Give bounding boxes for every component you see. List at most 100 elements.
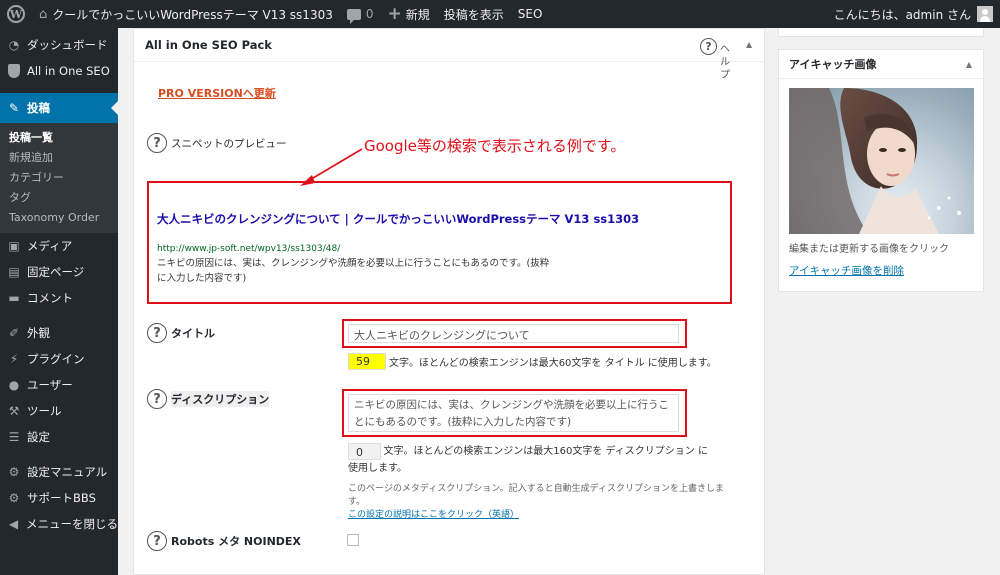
wp-logo-menu[interactable]: W <box>0 0 32 28</box>
sidebar-item-label: 設定 <box>27 430 50 444</box>
description-count-line: 0 文字。ほとんどの検索エンジンは最大160文字を ディスクリプション に <box>348 443 708 460</box>
submenu-all-posts[interactable]: 投稿一覧 <box>0 128 118 148</box>
sidebar-item-label: ダッシュボード <box>27 38 108 52</box>
description-row: ? ディスクリプション <box>147 389 270 409</box>
site-name-link[interactable]: ⌂ クールでかっこいいWordPressテーマ V13 ss1303 <box>32 0 340 28</box>
dashboard-gauge-icon: ◔ <box>8 38 20 52</box>
admin-bar: W ⌂ クールでかっこいいWordPressテーマ V13 ss1303 0 +… <box>0 0 1000 28</box>
title-char-count: 59 <box>348 353 386 370</box>
sidebar-item-label: 設定マニュアル <box>27 465 108 479</box>
sidebar-metabox-edge <box>778 28 984 37</box>
snippet-title: 大人ニキビのクレンジングについて | クールでかっこいいWordPressテーマ… <box>157 212 640 226</box>
my-account-menu[interactable]: こんにちは、admin さん <box>827 0 1000 28</box>
sidebar-item-label: プラグイン <box>27 352 85 366</box>
seo-label: SEO <box>517 7 543 21</box>
title-hint: 文字。ほとんどの検索エンジンは最大60文字を タイトル に使用します。 <box>389 358 717 369</box>
sidebar-item-pages[interactable]: ▤ 固定ページ <box>0 259 118 285</box>
wrench-icon: ⚒ <box>8 404 20 418</box>
view-post-label: 投稿を表示 <box>443 7 504 22</box>
admin-sidebar: ◔ ダッシュボード All in One SEO ✎ 投稿 投稿一覧 新規追加 … <box>0 28 118 575</box>
description-help-link[interactable]: この設定の説明はここをクリック（英語） <box>348 509 724 522</box>
settings-sliders-icon: ☰ <box>8 430 20 444</box>
sidebar-item-dashboard[interactable]: ◔ ダッシュボード <box>0 32 118 58</box>
help-label[interactable]: ヘルプ <box>720 43 732 82</box>
annotation-text: Google等の検索で表示される例です。 <box>364 137 626 155</box>
comments-count: 0 <box>365 7 374 21</box>
aioseo-metabox: All in One SEO Pack ? ヘルプ ▲ PRO VERSIONへ… <box>133 28 765 575</box>
description-hint-cont: 使用します。 <box>348 463 407 474</box>
comments-link[interactable]: 0 <box>340 0 381 28</box>
sidebar-item-media[interactable]: ▣ メディア <box>0 233 118 259</box>
submenu-add-new[interactable]: 新規追加 <box>0 148 118 168</box>
submenu-categories[interactable]: カテゴリー <box>0 168 118 188</box>
question-icon[interactable]: ? <box>147 531 167 551</box>
sidebar-item-label: 投稿 <box>27 101 50 115</box>
collapse-arrow-icon: ◀ <box>8 517 19 531</box>
sidebar-item-support-bbs[interactable]: ⚙ サポートBBS <box>0 485 118 511</box>
description-label: ディスクリプション <box>171 391 270 407</box>
seo-menu-link[interactable]: SEO <box>511 0 550 28</box>
description-textarea[interactable]: ニキビの原因には、実は、クレンジングや洗顔を必要以上に行うことにもあるのです。(… <box>348 394 679 432</box>
submenu-tags[interactable]: タグ <box>0 188 118 208</box>
sidebar-item-posts[interactable]: ✎ 投稿 <box>0 93 118 123</box>
sidebar-item-tools[interactable]: ⚒ ツール <box>0 398 118 424</box>
title-input-highlight: 大人ニキビのクレンジングについて <box>342 319 687 348</box>
help-icon[interactable]: ? <box>700 38 717 55</box>
question-icon[interactable]: ? <box>147 323 167 343</box>
sidebar-item-label: ツール <box>27 404 62 418</box>
snippet-preview-label: スニペットのプレビュー <box>171 137 287 150</box>
pro-version-link[interactable]: PRO VERSIONへ更新 <box>158 85 276 101</box>
sidebar-item-comments[interactable]: ▬ コメント <box>0 285 118 311</box>
noindex-checkbox[interactable] <box>347 534 359 546</box>
snippet-description-line: ニキビの原因には、実は、クレンジングや洗顔を必要以上に行うことにもあるのです。(… <box>157 258 550 269</box>
description-note-line: このページのメタディスクリプション。記入すると自動生成ディスクリプションを上書き… <box>348 484 725 494</box>
metabox-header[interactable]: All in One SEO Pack <box>134 29 764 62</box>
menu-separator <box>0 311 118 320</box>
aioseo-shield-icon <box>7 64 21 78</box>
sidebar-item-settings-manual[interactable]: ⚙ 設定マニュアル <box>0 459 118 485</box>
remove-featured-image-link[interactable]: アイキャッチ画像を削除 <box>789 263 904 278</box>
sidebar-item-settings[interactable]: ☰ 設定 <box>0 424 118 450</box>
noindex-label: Robots メタ NOINDEX <box>171 535 301 548</box>
title-input[interactable]: 大人ニキビのクレンジングについて <box>348 324 679 343</box>
collapse-menu-button[interactable]: ◀ メニューを閉じる <box>0 511 118 537</box>
sidebar-item-label: All in One SEO <box>27 64 110 78</box>
greeting-text: こんにちは、admin さん <box>833 7 971 22</box>
title-label: タイトル <box>171 327 215 340</box>
media-icon: ▣ <box>8 239 20 253</box>
wordpress-logo-icon: W <box>7 5 25 23</box>
featured-image-thumbnail[interactable] <box>789 88 974 234</box>
snippet-description-line: に入力した内容です) <box>157 273 247 284</box>
new-content-link[interactable]: + 新規 <box>380 0 436 28</box>
sidebar-item-aioseo[interactable]: All in One SEO <box>0 58 118 84</box>
sidebar-item-plugins[interactable]: ⚡ プラグイン <box>0 346 118 372</box>
new-label: 新規 <box>405 7 430 22</box>
snippet-url: http://www.jp-soft.net/wpv13/ss1303/48/ <box>157 244 341 254</box>
gear-icon: ⚙ <box>8 465 20 479</box>
sidebar-item-label: 固定ページ <box>27 265 85 279</box>
plugin-icon: ⚡ <box>9 352 19 366</box>
toggle-arrow-icon[interactable]: ▲ <box>746 40 752 49</box>
description-input-highlight: ニキビの原因には、実は、クレンジングや洗顔を必要以上に行うことにもあるのです。(… <box>342 389 687 437</box>
site-title: クールでかっこいいWordPressテーマ V13 ss1303 <box>52 7 333 22</box>
toggle-arrow-icon[interactable]: ▲ <box>966 60 972 69</box>
question-icon[interactable]: ? <box>147 389 167 409</box>
portrait-illustration <box>789 88 961 234</box>
menu-separator <box>0 450 118 459</box>
sidebar-item-appearance[interactable]: ✐ 外観 <box>0 320 118 346</box>
question-icon[interactable]: ? <box>147 133 167 153</box>
view-post-link[interactable]: 投稿を表示 <box>437 0 511 28</box>
featured-image-header[interactable]: アイキャッチ画像 ▲ <box>779 50 983 79</box>
paintbrush-icon: ✐ <box>8 326 20 340</box>
submenu-taxonomy-order[interactable]: Taxonomy Order <box>0 208 118 228</box>
user-icon: ● <box>8 378 20 392</box>
home-icon: ⌂ <box>39 6 48 22</box>
featured-image-metabox: アイキャッチ画像 ▲ 編集または更新する画像をクリック アイキャッチ画像を削除 <box>778 49 984 292</box>
sidebar-item-label: 外観 <box>27 326 50 340</box>
menu-separator <box>0 84 118 93</box>
avatar <box>977 6 993 22</box>
description-note-line: す。 <box>348 497 366 507</box>
featured-image-hint: 編集または更新する画像をクリック <box>789 244 949 255</box>
sidebar-item-users[interactable]: ● ユーザー <box>0 372 118 398</box>
sidebar-item-label: メディア <box>27 239 73 253</box>
